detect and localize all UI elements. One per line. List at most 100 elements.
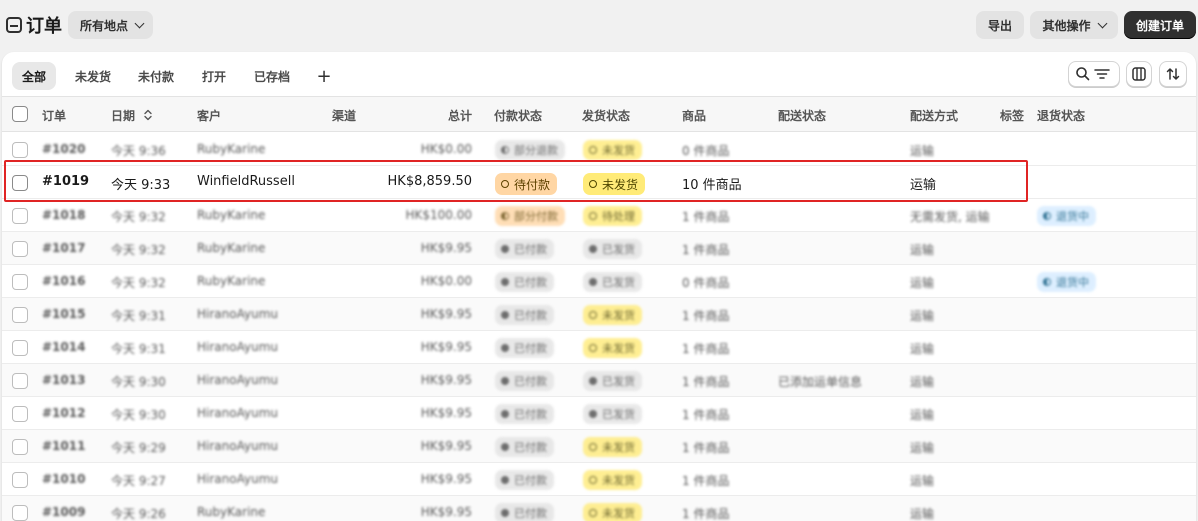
payment-status-badge-wrap: 部分退款 — [495, 140, 565, 160]
payment-status-badge-wrap: 待付款 — [495, 173, 558, 195]
status-dot-icon — [589, 377, 597, 385]
status-dot-icon — [501, 311, 509, 319]
payment-status-badge-label: 部分付款 — [514, 210, 558, 223]
column-total[interactable]: 总计 — [448, 107, 472, 124]
table-row[interactable]: #1010 今天 9:27 HiranoAyumu HK$9.95 已付款 未发货 1 件商… — [2, 463, 1196, 496]
table-row[interactable]: #1020 今天 9:36 RubyKarine HK$0.00 部分退款 未发货 0 件商… — [2, 133, 1196, 166]
column-customer[interactable]: 客户 — [197, 107, 221, 124]
select-all-checkbox[interactable] — [12, 106, 28, 122]
delivery-status: 已添加运单信息 — [778, 375, 863, 389]
location-filter-label: 所有地点 — [80, 18, 129, 33]
payment-status-badge: 部分付款 — [495, 206, 565, 226]
table-row[interactable]: #1015 今天 9:31 HiranoAyumu HK$9.95 已付款 未发货 1 件商… — [2, 298, 1196, 331]
column-order[interactable]: 订单 — [42, 107, 66, 124]
more-actions-button[interactable]: 其他操作 — [1030, 11, 1118, 39]
tab-label: 未发货 — [75, 69, 112, 84]
column-delivery-status[interactable]: 配送状态 — [778, 107, 826, 124]
row-checkbox[interactable] — [12, 439, 28, 455]
tab-unpaid[interactable]: 未付款 — [128, 62, 184, 90]
column-channel[interactable]: 渠道 — [332, 107, 356, 124]
tab-all[interactable]: 全部 — [12, 62, 57, 90]
row-checkbox[interactable] — [12, 241, 28, 257]
column-fulfillment-status[interactable]: 发货状态 — [582, 107, 630, 124]
payment-status-badge-label: 部分退款 — [514, 144, 558, 157]
column-delivery-method[interactable]: 配送方式 — [910, 107, 958, 124]
fulfillment-status-badge-label: 已发货 — [602, 276, 635, 289]
status-dot-icon — [589, 245, 597, 253]
order-number: #1012 — [42, 406, 86, 420]
status-dot-icon — [589, 146, 597, 154]
row-checkbox[interactable] — [12, 472, 28, 488]
table-row[interactable]: #1017 今天 9:32 RubyKarine HK$9.95 已付款 已发货 1 件商品… — [2, 232, 1196, 265]
order-total: HK$9.95 — [420, 241, 472, 255]
payment-status-badge-label: 已付款 — [514, 474, 547, 487]
row-checkbox[interactable] — [12, 208, 28, 224]
fulfillment-status-badge-wrap: 未发货 — [583, 338, 642, 358]
sort-icon — [1166, 68, 1180, 80]
item-count: 1 件商品 — [682, 474, 730, 488]
row-checkbox[interactable] — [12, 142, 28, 158]
export-button[interactable]: 导出 — [976, 11, 1024, 39]
search-filter-button[interactable] — [1068, 61, 1120, 87]
customer-name: RubyKarine — [197, 241, 266, 255]
row-checkbox[interactable] — [12, 340, 28, 356]
fulfillment-status-badge: 未发货 — [583, 503, 642, 521]
table-row[interactable]: #1019 今天 9:33 WinfieldRussell HK$8,859.50 待付… — [2, 166, 1196, 199]
order-date: 今天 9:26 — [111, 507, 166, 521]
column-return-status[interactable]: 退货状态 — [1037, 107, 1085, 124]
table-row[interactable]: #1016 今天 9:32 RubyKarine HK$0.00 已付款 已发货 0 件商品… — [2, 265, 1196, 298]
chevron-down-icon — [1097, 18, 1107, 28]
status-dot-icon — [501, 212, 509, 220]
table-row[interactable]: #1009 今天 9:26 RubyKarine HK$9.95 已付款 未发货 1 件商品… — [2, 496, 1196, 521]
table-row[interactable]: #1018 今天 9:32 RubyKarine HK$100.00 部分付款 待处理 1 … — [2, 199, 1196, 232]
column-tags[interactable]: 标签 — [1000, 107, 1024, 124]
sort-button[interactable] — [1159, 61, 1187, 87]
location-filter-button[interactable]: 所有地点 — [68, 11, 154, 39]
delivery-method: 运输 — [910, 507, 935, 521]
order-number: #1017 — [42, 241, 86, 255]
order-date: 今天 9:31 — [111, 342, 166, 356]
row-checkbox[interactable] — [12, 373, 28, 389]
item-count: 1 件商品 — [682, 342, 730, 356]
row-checkbox[interactable] — [12, 175, 28, 191]
order-total: HK$9.95 — [420, 439, 472, 453]
tab-unfulfilled[interactable]: 未发货 — [65, 62, 121, 90]
customer-name: HiranoAyumu — [197, 373, 278, 387]
fulfillment-status-badge-wrap: 未发货 — [583, 503, 642, 521]
customer-name: WinfieldRussell — [197, 174, 295, 189]
tab-archived[interactable]: 已存档 — [244, 62, 300, 90]
status-dot-icon — [501, 245, 509, 253]
delivery-method: 运输 — [910, 276, 935, 290]
status-dot-icon — [589, 278, 597, 286]
status-dot-icon — [589, 509, 597, 517]
item-count: 1 件商品 — [682, 441, 730, 455]
row-checkbox[interactable] — [12, 274, 28, 290]
tab-open[interactable]: 打开 — [192, 62, 236, 90]
column-date[interactable]: 日期 — [111, 107, 153, 124]
table-row[interactable]: #1013 今天 9:30 HiranoAyumu HK$9.95 已付款 已发货 1 件商… — [2, 364, 1196, 397]
table-row[interactable]: #1011 今天 9:29 HiranoAyumu HK$9.95 已付款 未发货 1 件商… — [2, 430, 1196, 463]
payment-status-badge: 已付款 — [495, 470, 554, 490]
table-row[interactable]: #1014 今天 9:31 HiranoAyumu HK$9.95 已付款 未发货 1 件商… — [2, 331, 1196, 364]
payment-status-badge-label: 已付款 — [514, 408, 547, 421]
row-checkbox[interactable] — [12, 406, 28, 422]
tab-label: 全部 — [22, 69, 47, 84]
fulfillment-status-badge-label: 未发货 — [602, 144, 635, 157]
export-label: 导出 — [987, 18, 1012, 33]
row-checkbox[interactable] — [12, 307, 28, 323]
status-dot-icon — [1043, 278, 1051, 286]
create-order-button[interactable]: 创建订单 — [1124, 11, 1196, 39]
fulfillment-status-badge-wrap: 已发货 — [583, 239, 642, 259]
table-row[interactable]: #1012 今天 9:30 HiranoAyumu HK$9.95 已付款 已发货 1 件商… — [2, 397, 1196, 430]
add-view-button[interactable]: + — [314, 62, 334, 90]
row-checkbox[interactable] — [12, 505, 28, 521]
order-number: #1016 — [42, 274, 86, 288]
column-items[interactable]: 商品 — [682, 107, 706, 124]
order-number: #1019 — [42, 174, 90, 189]
payment-status-badge-wrap: 已付款 — [495, 338, 554, 358]
column-payment-status[interactable]: 付款状态 — [494, 107, 542, 124]
order-total: HK$8,859.50 — [387, 174, 472, 189]
order-number: #1020 — [42, 142, 86, 156]
payment-status-badge-label: 已付款 — [514, 243, 547, 256]
columns-button[interactable] — [1126, 61, 1152, 87]
